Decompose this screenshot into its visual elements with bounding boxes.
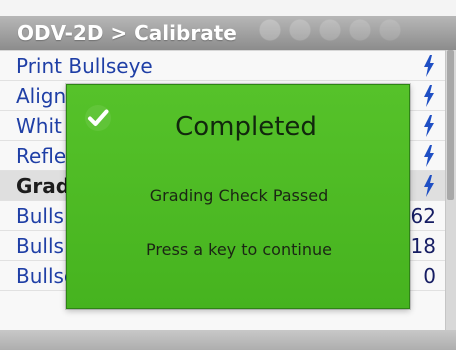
menu-item-label: Whit [16,114,62,138]
scrollbar-thumb[interactable] [447,50,454,200]
list-scrollbar[interactable] [445,50,456,330]
menu-item-label: Refle [16,144,67,168]
dialog-prompt: Press a key to continue [146,240,332,259]
menu-item-label: Grad [16,174,71,198]
menu-item-print-bullseye[interactable]: Print Bullseye [0,51,446,81]
calibrate-screen: ODV-2D > Calibrate Print Bullseye Align … [0,0,456,350]
menu-item-label: Align [16,84,67,108]
menu-item-label: Bulls [16,234,64,258]
lightning-icon [424,115,434,137]
page-title: ODV-2D > Calibrate [0,16,456,50]
bottom-bar [0,330,456,350]
lightning-icon [424,85,434,107]
menu-item-label: Print Bullseye [16,54,153,78]
lightning-icon [424,55,434,77]
completion-dialog[interactable]: Completed Grading Check Passed Press a k… [66,84,410,309]
lightning-icon [424,175,434,197]
menu-item-value: 0 [423,264,436,288]
dialog-message: Grading Check Passed [149,186,329,205]
menu-item-label: Bulls [16,204,64,228]
dialog-title: Completed [175,112,317,142]
lightning-icon [424,145,434,167]
